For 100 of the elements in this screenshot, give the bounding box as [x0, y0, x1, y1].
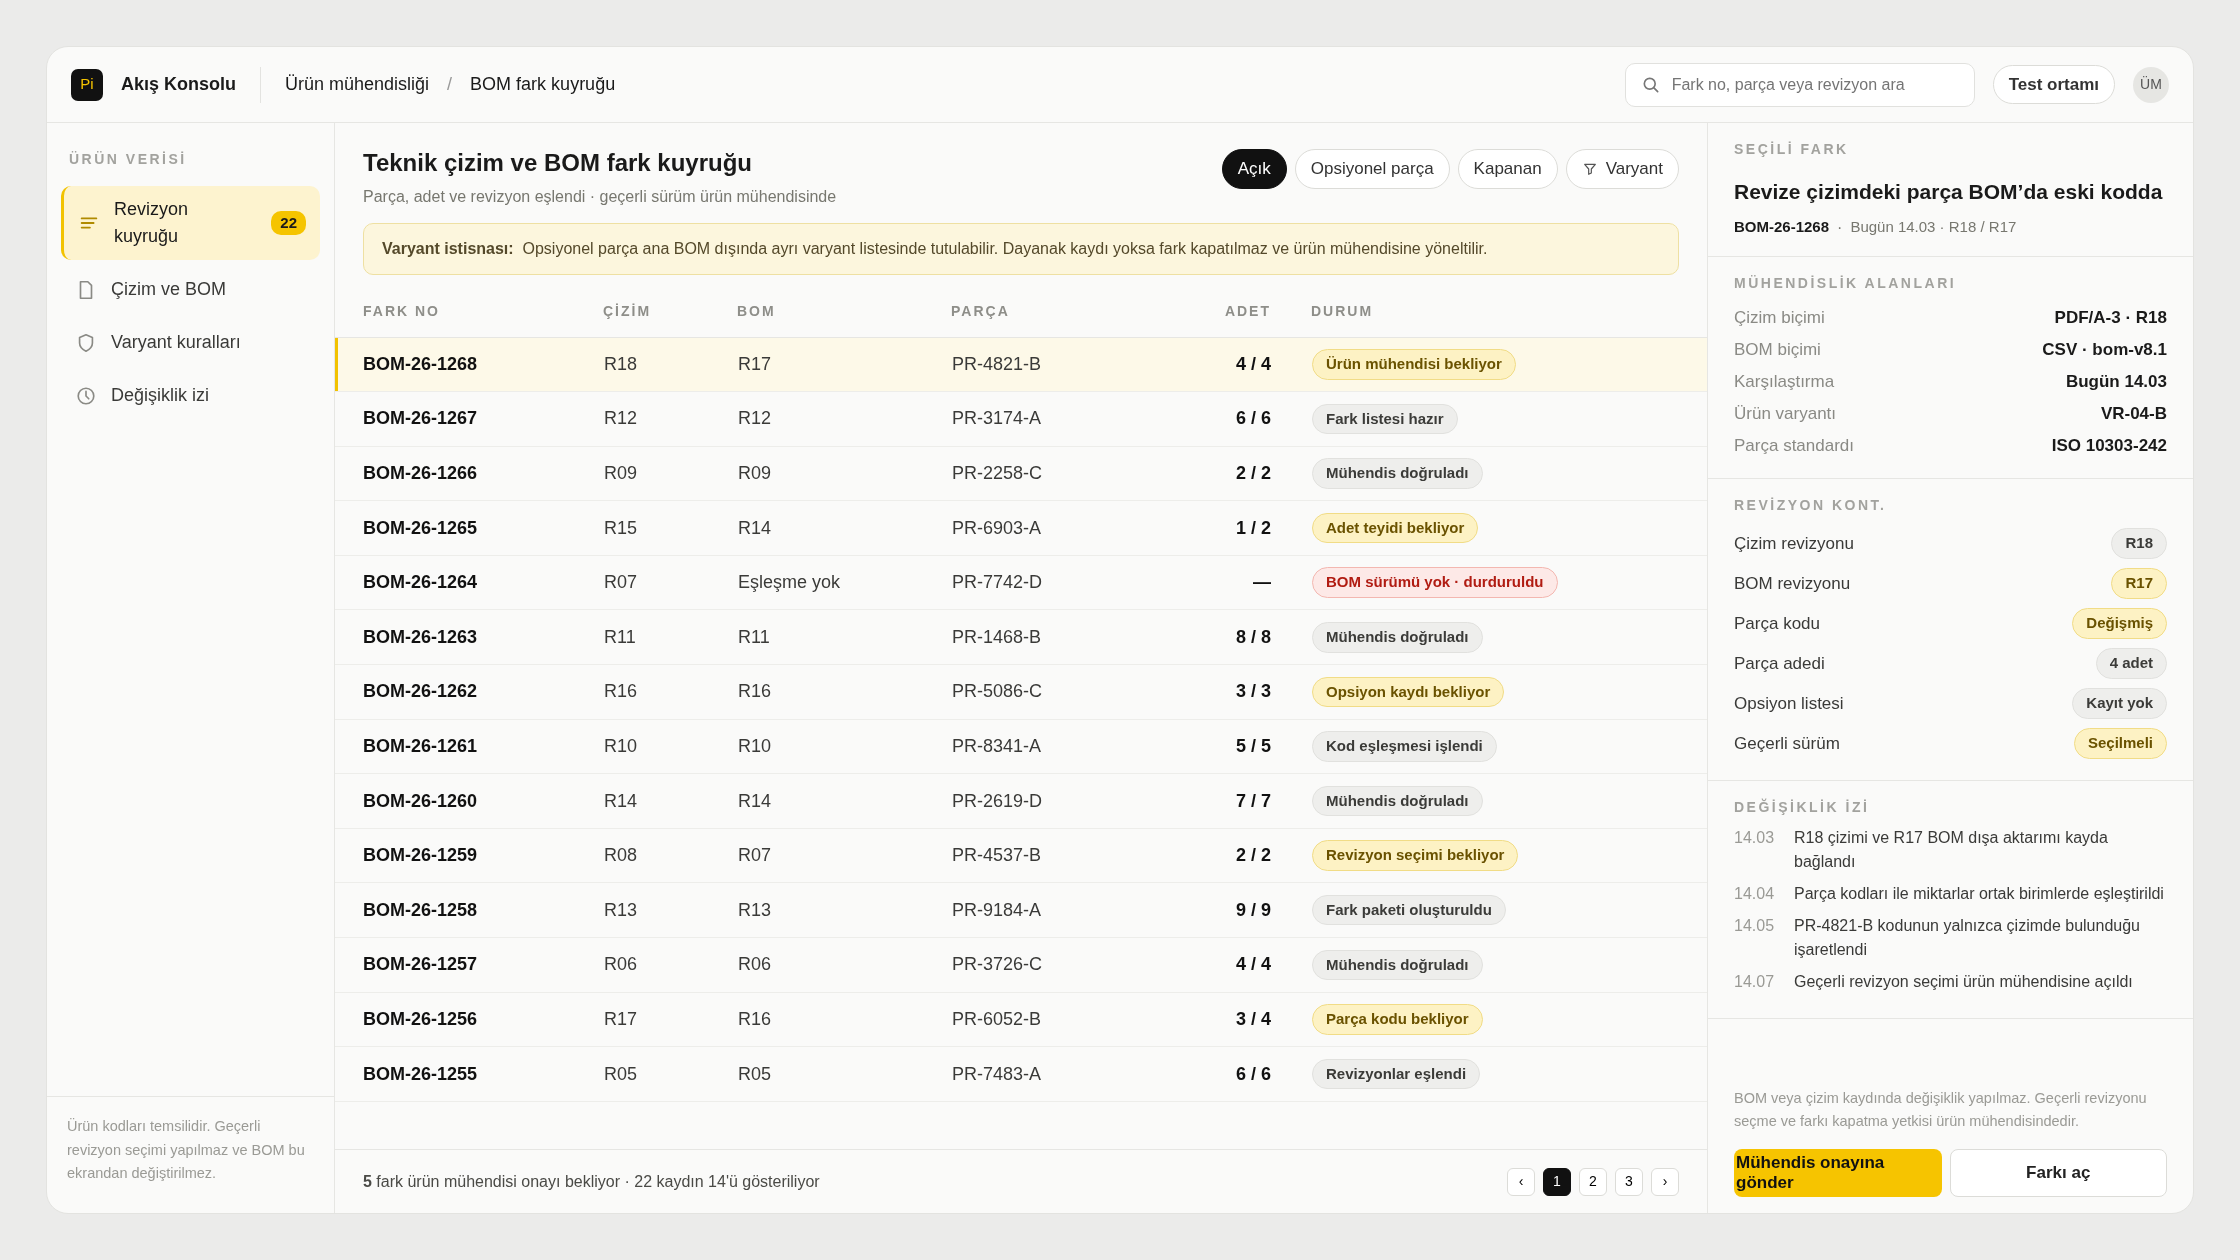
- table-cell: BOM-26-1259: [363, 845, 478, 866]
- page-button[interactable]: ›: [1651, 1167, 1679, 1196]
- table-cell: R13: [738, 899, 772, 920]
- log-time: 14.07: [1734, 971, 1776, 992]
- environment-button[interactable]: Test ortamı: [1992, 64, 2115, 105]
- column-header: ÇİZİM: [603, 287, 737, 337]
- avatar[interactable]: ÜM: [2133, 66, 2169, 103]
- table-cell: 8 / 8: [1235, 626, 1271, 647]
- table-cell: BOM-26-1266: [363, 463, 478, 483]
- search-field[interactable]: Fark no, parça veya revizyon ara: [1624, 62, 1975, 107]
- table-cell: PR-6903-A: [952, 517, 1042, 538]
- breadcrumb-item[interactable]: Ürün mühendisliği: [285, 71, 430, 98]
- status-text: 5 fark ürün mühendisi onayı bekliyor · 22 kaydın 14'ü gösteriliyor: [363, 1171, 820, 1192]
- filter-chip[interactable]: Opsiyonel parça: [1294, 149, 1450, 189]
- table-cell: 7 / 7: [1235, 790, 1271, 811]
- table-cell: BOM-26-1256: [363, 1008, 478, 1029]
- field-label: BOM biçimi: [1734, 338, 1821, 361]
- table-cell: PR-8341-A: [952, 735, 1042, 756]
- section-heading: MÜHENDİSLİK ALANLARI: [1734, 273, 1958, 293]
- status-badge: 4 adet: [2095, 648, 2167, 679]
- filter-chip[interactable]: Açık: [1221, 149, 1287, 189]
- page-button[interactable]: ‹: [1507, 1167, 1535, 1196]
- field-label: Ürün varyantı: [1734, 402, 1837, 425]
- footnote: BOM veya çizim kaydında değişiklik yapılmaz. Geçerli revizyonu seçme ve farkı kapatma yetkisi ürün mühendisindedir.: [1734, 1088, 2148, 1131]
- page-button[interactable]: 1: [1543, 1167, 1571, 1196]
- field-value: VR-04-B: [2100, 402, 2167, 425]
- table-cell: BOM-26-1260: [363, 790, 478, 811]
- status-badge: Adet teyidi bekliyor: [1312, 512, 1479, 544]
- status-badge: Mühendis doğruladı: [1312, 458, 1483, 489]
- log-time: 14.05: [1734, 915, 1776, 936]
- status-badge: Parça kodu bekliyor: [1312, 1004, 1483, 1035]
- table-cell: 2 / 2: [1235, 463, 1271, 483]
- table-cell: R09: [738, 463, 772, 483]
- column-header: PARÇA: [951, 287, 1191, 337]
- table-cell: BOM-26-1261: [363, 735, 478, 756]
- status-badge: R17: [2111, 568, 2167, 599]
- column-header: DURUM: [1311, 287, 1707, 337]
- check-label: Opsiyon listesi: [1734, 692, 1844, 715]
- sidebar-item[interactable]: Değişiklik izi: [61, 372, 320, 419]
- sidebar-item[interactable]: Revizyon kuyruğu 22: [61, 186, 320, 260]
- footnote: Ürün kodları temsilidir. Geçerli revizyon seçimi yapılmaz ve BOM bu ekrandan değiştirilmez.: [47, 1096, 334, 1213]
- status-badge: Fark listesi hazır: [1312, 403, 1458, 435]
- table-cell: R18: [604, 353, 638, 374]
- table-cell: 6 / 6: [1235, 1063, 1271, 1084]
- table-cell: R16: [738, 681, 772, 702]
- column-header: ADET: [1191, 287, 1311, 337]
- table-cell: R11: [738, 626, 770, 647]
- check-label: Parça kodu: [1734, 612, 1820, 635]
- field-label: Karşılaştırma: [1734, 370, 1835, 393]
- sidebar-item[interactable]: Varyant kuralları: [61, 319, 320, 366]
- table-cell: PR-2619-D: [952, 790, 1043, 811]
- check-label: Parça adedi: [1734, 652, 1825, 675]
- table-cell: R17: [738, 353, 772, 374]
- count-badge: 22: [271, 210, 306, 236]
- table-cell: R17: [604, 1008, 638, 1029]
- check-label: Çizim revizyonu: [1734, 532, 1854, 555]
- status-badge: Kod eşleşmesi işlendi: [1312, 731, 1497, 762]
- status-badge: Mühendis doğruladı: [1312, 949, 1483, 981]
- table-cell: R06: [738, 954, 772, 975]
- breadcrumb-item: BOM fark kuyruğu: [470, 73, 616, 96]
- field-label: Çizim biçimi: [1734, 306, 1825, 329]
- log-time: 14.04: [1734, 883, 1776, 904]
- record-id: BOM-26-1268: [1734, 217, 1830, 238]
- app-name: Akış Konsolu: [121, 73, 236, 96]
- table-cell: R16: [604, 681, 638, 702]
- table-cell: R10: [604, 735, 638, 756]
- open-button[interactable]: Farkı aç: [1949, 1149, 2167, 1197]
- table-cell: Eşleşme yok: [738, 572, 841, 593]
- log-text: Parça kodları ile miktarlar ortak birimlerde eşleştirildi: [1794, 883, 2164, 904]
- status-badge: Mühendis doğruladı: [1312, 622, 1483, 653]
- status-badge: Ürün mühendisi bekliyor: [1312, 349, 1516, 380]
- table-cell: 3 / 3: [1235, 681, 1271, 702]
- section-heading: REVİZYON KONT.: [1734, 495, 1888, 515]
- table-cell: PR-3174-A: [952, 408, 1042, 429]
- detail-title: Revize çizimdeki parça BOM’da eski kodda: [1734, 179, 2164, 205]
- status-badge: BOM sürümü yok · durduruldu: [1312, 567, 1558, 598]
- check-label: BOM revizyonu: [1734, 572, 1851, 595]
- filter-chip[interactable]: Kapanan: [1457, 149, 1558, 189]
- page-button[interactable]: 3: [1615, 1167, 1643, 1196]
- table-cell: R12: [738, 408, 772, 429]
- page-subtitle: Parça, adet ve revizyon eşlendi · geçerli sürüm ürün mühendisinde: [363, 187, 838, 207]
- field-value: Bugün 14.03: [2065, 370, 2167, 393]
- table-cell: R09: [604, 463, 638, 483]
- status-badge: Revizyon seçimi bekliyor: [1312, 840, 1519, 871]
- table-cell: BOM-26-1257: [363, 954, 478, 975]
- table-cell: PR-6052-B: [952, 1008, 1042, 1029]
- table-cell: PR-7742-D: [952, 572, 1043, 593]
- table-cell: 5 / 5: [1235, 735, 1271, 756]
- table-cell: PR-2258-C: [952, 463, 1043, 483]
- status-badge: Revizyonlar eşlendi: [1312, 1058, 1481, 1090]
- table-cell: R13: [604, 899, 638, 920]
- table-cell: R08: [604, 845, 638, 866]
- sidebar-item[interactable]: Çizim ve BOM: [61, 266, 320, 313]
- page-button[interactable]: 2: [1579, 1167, 1607, 1196]
- table-cell: 9 / 9: [1235, 899, 1271, 920]
- filter-chip[interactable]: Varyant: [1565, 149, 1679, 189]
- log-text: R18 çizimi ve R17 BOM dışa aktarımı kayda bağlandı: [1794, 827, 2109, 872]
- check-label: Geçerli sürüm: [1734, 732, 1840, 755]
- table-cell: PR-4821-B: [952, 353, 1042, 374]
- submit-button[interactable]: Mühendis onayına gönder: [1734, 1149, 1942, 1197]
